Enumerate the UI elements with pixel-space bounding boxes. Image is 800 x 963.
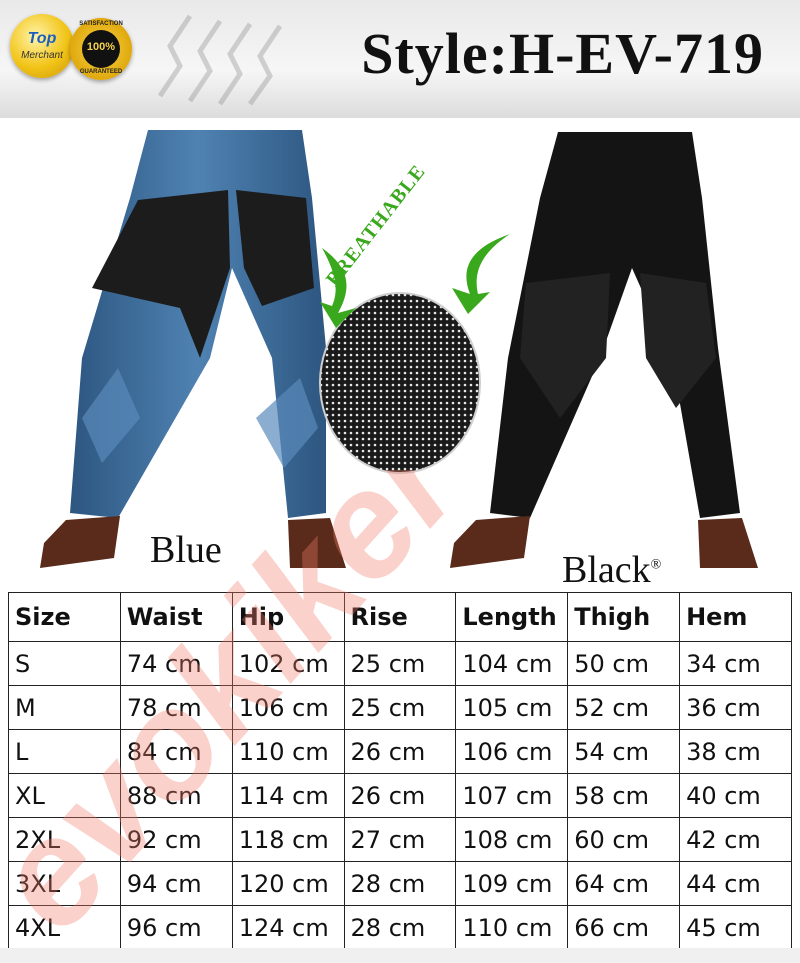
badge-percent-text: 100% (86, 41, 116, 53)
variant-black-label: Black® (562, 549, 662, 591)
tire-tread-decoration (157, 14, 283, 106)
table-row: M 78 cm 106 cm 25 cm 105 cm 52 cm 36 cm (8, 685, 792, 730)
table-cell: 102 cm (231, 641, 345, 686)
table-cell: 45 cm (679, 905, 792, 950)
satisfaction-guaranteed-badge: SATISFACTION 100% GUARANTEED (70, 18, 132, 80)
table-cell: 109 cm (455, 861, 569, 906)
table-row: 2XL 92 cm 118 cm 27 cm 108 cm 60 cm 42 cm (8, 817, 792, 862)
table-cell: 34 cm (679, 641, 792, 686)
product-photo-area: BREATHABLE Blue Black® (0, 118, 800, 591)
table-cell: 50 cm (567, 641, 681, 686)
page-title: Style:H-EV-719 (361, 21, 764, 86)
table-cell: 36 cm (679, 685, 792, 730)
table-cell: 58 cm (567, 773, 681, 818)
table-cell: 26 cm (343, 773, 457, 818)
badge-top-text: Top (27, 30, 57, 47)
table-cell: 28 cm (343, 861, 457, 906)
table-cell: L (8, 729, 121, 774)
table-cell: 120 cm (231, 861, 345, 906)
table-row: S 74 cm 102 cm 25 cm 104 cm 50 cm 34 cm (8, 641, 792, 686)
table-cell: 106 cm (455, 729, 569, 774)
size-table: Size Waist Hip Rise Length Thigh Hem S 74 cm 102… (8, 592, 792, 950)
table-cell: 104 cm (455, 641, 569, 686)
size-chart: Size Waist Hip Rise Length Thigh Hem S 74 cm 102… (8, 592, 792, 950)
table-cell: XL (8, 773, 121, 818)
table-cell: 94 cm (119, 861, 233, 906)
table-cell: 60 cm (567, 817, 681, 862)
column-header-length: Length (455, 592, 569, 642)
table-cell: 42 cm (679, 817, 792, 862)
table-cell: 66 cm (567, 905, 681, 950)
table-cell: 92 cm (119, 817, 233, 862)
table-cell: 3XL (8, 861, 121, 906)
top-merchant-badge: Top Merchant (10, 14, 74, 78)
table-cell: 124 cm (231, 905, 345, 950)
table-cell: 26 cm (343, 729, 457, 774)
column-header-hip: Hip (231, 592, 345, 642)
column-header-hem: Hem (679, 592, 792, 642)
table-row: L 84 cm 110 cm 26 cm 106 cm 54 cm 38 cm (8, 729, 792, 774)
table-cell: 2XL (8, 817, 121, 862)
table-cell: 110 cm (455, 905, 569, 950)
table-cell: 106 cm (231, 685, 345, 730)
table-cell: 28 cm (343, 905, 457, 950)
size-table-header-row: Size Waist Hip Rise Length Thigh Hem (8, 592, 792, 642)
column-header-size: Size (8, 592, 121, 642)
table-cell: 84 cm (119, 729, 233, 774)
table-cell: 27 cm (343, 817, 457, 862)
table-cell: 105 cm (455, 685, 569, 730)
table-row: XL 88 cm 114 cm 26 cm 107 cm 58 cm 40 cm (8, 773, 792, 818)
badge-guaranteed-text: GUARANTEED (79, 69, 123, 75)
table-row: 3XL 94 cm 120 cm 28 cm 109 cm 64 cm 44 cm (8, 861, 792, 906)
variant-blue-label: Blue (150, 529, 222, 571)
table-cell: S (8, 641, 121, 686)
table-cell: 74 cm (119, 641, 233, 686)
table-cell: 4XL (8, 905, 121, 950)
table-cell: 25 cm (343, 685, 457, 730)
table-cell: 114 cm (231, 773, 345, 818)
table-cell: 107 cm (455, 773, 569, 818)
table-cell: 108 cm (455, 817, 569, 862)
table-cell: 78 cm (119, 685, 233, 730)
table-cell: 40 cm (679, 773, 792, 818)
table-cell: 118 cm (231, 817, 345, 862)
table-cell: 25 cm (343, 641, 457, 686)
column-header-rise: Rise (343, 592, 457, 642)
table-cell: 96 cm (119, 905, 233, 950)
footer-strip (0, 948, 800, 963)
header-banner: Top Merchant SATISFACTION 100% GUARANTEE… (0, 0, 800, 118)
table-cell: 38 cm (679, 729, 792, 774)
table-cell: 54 cm (567, 729, 681, 774)
badge-satisfaction-text: SATISFACTION (79, 21, 123, 27)
table-cell: M (8, 685, 121, 730)
column-header-waist: Waist (119, 592, 233, 642)
black-jeans (450, 132, 758, 568)
size-table-body: S 74 cm 102 cm 25 cm 104 cm 50 cm 34 cm M 78 cm 1… (8, 641, 792, 950)
table-row: 4XL 96 cm 124 cm 28 cm 110 cm 66 cm 45 cm (8, 905, 792, 950)
table-cell: 64 cm (567, 861, 681, 906)
column-header-thigh: Thigh (567, 592, 681, 642)
table-cell: 110 cm (231, 729, 345, 774)
blue-jeans (40, 130, 346, 568)
table-cell: 88 cm (119, 773, 233, 818)
badge-merchant-text: Merchant (21, 50, 63, 61)
table-cell: 44 cm (679, 861, 792, 906)
table-cell: 52 cm (567, 685, 681, 730)
